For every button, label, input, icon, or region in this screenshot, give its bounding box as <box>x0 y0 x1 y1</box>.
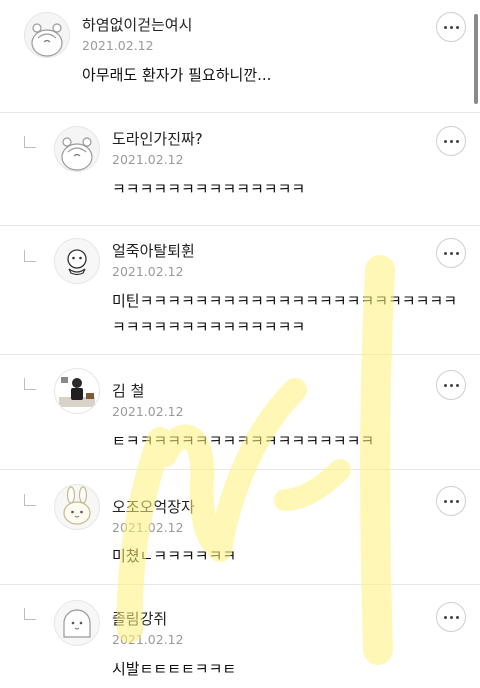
ellipsis-icon <box>443 251 447 255</box>
ellipsis-icon-dot <box>455 25 459 29</box>
ellipsis-icon <box>443 25 447 29</box>
comment-text: 미틴ㅋㅋㅋㅋㅋㅋㅋㅋㅋㅋㅋㅋㅋㅋㅋㅋㅋㅋㅋㅋㅋㅋㅋㅋㅋㅋㅋㅋㅋㅋㅋㅋㅋㅋㅋㅋㅋ <box>112 292 458 336</box>
hamster-avatar[interactable] <box>54 126 100 172</box>
ellipsis-icon-dot <box>449 25 453 29</box>
comment-author[interactable]: 도라인가진짜? <box>112 128 203 149</box>
reply-arrow-icon <box>24 136 36 148</box>
reply-arrow-icon <box>24 250 36 262</box>
comment-date: 2021.02.12 <box>112 520 184 535</box>
comment-divider <box>0 112 480 113</box>
more-options-button[interactable] <box>436 602 466 632</box>
scrollbar[interactable] <box>474 14 478 104</box>
ellipsis-icon <box>443 139 447 143</box>
comment-date: 2021.02.12 <box>112 404 184 419</box>
hamster-avatar[interactable] <box>24 12 70 58</box>
photo-avatar[interactable] <box>54 368 100 414</box>
ellipsis-icon <box>443 615 447 619</box>
comment-date: 2021.02.12 <box>112 264 184 279</box>
comment-author[interactable]: 얼죽아탈퇴휜 <box>112 240 195 261</box>
comment-text: ㅋㅋㅋㅋㅋㅋㅋㅋㅋㅋㅋㅋㅋㅋ <box>112 180 306 198</box>
comment-author[interactable]: 오조오억장자 <box>112 496 195 517</box>
ellipsis-icon-dot <box>449 139 453 143</box>
ellipsis-icon-dot <box>449 499 453 503</box>
comment-date: 2021.02.12 <box>112 632 184 647</box>
ellipsis-icon-dot <box>455 383 459 387</box>
comment-divider <box>0 354 480 355</box>
comment-author[interactable]: 김 철 <box>112 380 144 401</box>
ellipsis-icon-dot <box>449 383 453 387</box>
comment-divider <box>0 225 480 226</box>
ellipsis-icon-dot <box>455 499 459 503</box>
more-options-button[interactable] <box>436 486 466 516</box>
more-options-button[interactable] <box>436 238 466 268</box>
reply-arrow-icon <box>24 608 36 620</box>
comment-text: ㅌㅋㅋㅋㅋㅋㅋㅋㅋㅋㅋㅋㅋㅋㅋㅋㅋㅋㅋ <box>112 432 375 450</box>
comment-author[interactable]: 졸림강쥐 <box>112 608 167 629</box>
ellipsis-icon-dot <box>455 251 459 255</box>
reply-arrow-icon <box>24 378 36 390</box>
comment-text: 미쳤ㄴㅋㅋㅋㅋㅋㅋ <box>112 547 237 565</box>
ellipsis-icon-dot <box>449 251 453 255</box>
comment-text: 시발ㅌㅌㅌㅌㅋㅋㅌ <box>112 660 237 678</box>
rabbit-avatar[interactable] <box>54 484 100 530</box>
comment-date: 2021.02.12 <box>112 152 184 167</box>
reply-arrow-icon <box>24 494 36 506</box>
comment-divider <box>0 469 480 470</box>
ellipsis-icon-dot <box>455 615 459 619</box>
comment-author[interactable]: 하염없이걷는여시 <box>82 14 192 35</box>
more-options-button[interactable] <box>436 12 466 42</box>
ellipsis-icon-dot <box>455 139 459 143</box>
more-options-button[interactable] <box>436 126 466 156</box>
comment-date: 2021.02.12 <box>82 38 154 53</box>
comment-divider <box>0 584 480 585</box>
ellipsis-icon-dot <box>449 615 453 619</box>
comment-item: 하염없이걷는여시 2021.02.12 아무래도 환자가 필요하니깐... <box>0 0 480 112</box>
ellipsis-icon <box>443 383 447 387</box>
comment-text: 아무래도 환자가 필요하니깐... <box>82 66 272 84</box>
ellipsis-icon <box>443 499 447 503</box>
character-avatar[interactable] <box>54 238 100 284</box>
ghost-avatar[interactable] <box>54 600 100 646</box>
more-options-button[interactable] <box>436 370 466 400</box>
